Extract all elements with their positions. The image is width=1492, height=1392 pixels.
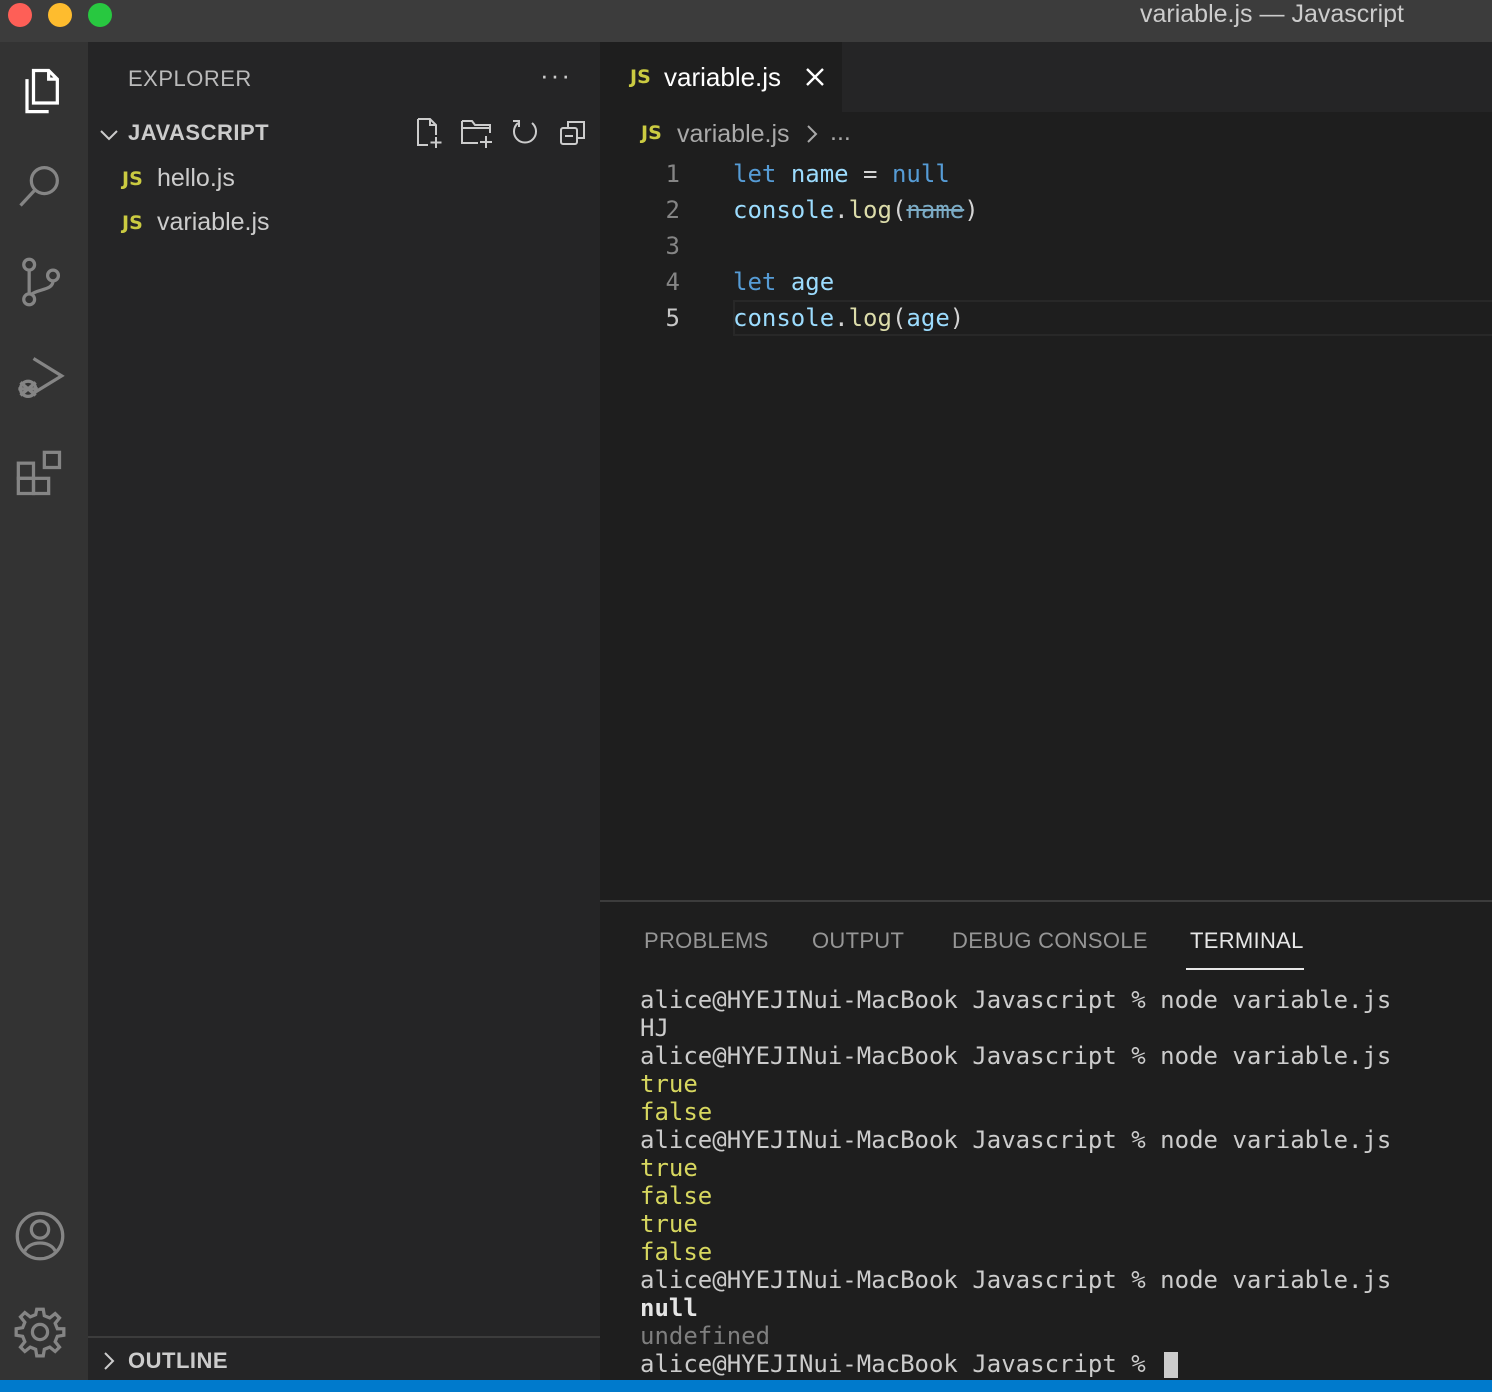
folder-actions — [412, 116, 590, 152]
tab-debug-console[interactable]: DEBUG CONSOLE — [952, 928, 1148, 954]
explorer-title: EXPLORER — [128, 66, 252, 91]
breadcrumb-file[interactable]: variable.js — [677, 120, 790, 149]
chevron-right-icon — [104, 1352, 115, 1370]
tab-problems[interactable]: PROBLEMS — [644, 928, 769, 954]
window-title: variable.js — Javascript — [1140, 0, 1404, 28]
js-file-icon: JS — [641, 122, 662, 144]
close-window-button[interactable] — [8, 3, 32, 27]
terminal-line: false — [640, 1182, 713, 1210]
gear-icon[interactable] — [12, 1304, 68, 1360]
new-folder-icon[interactable] — [460, 116, 494, 150]
code-line-current: 5 console.log(age) — [600, 300, 1492, 336]
outline-label: OUTLINE — [128, 1348, 229, 1373]
files-icon[interactable] — [12, 62, 68, 118]
tab-output[interactable]: OUTPUT — [812, 928, 904, 954]
terminal-line: alice@HYEJINui-MacBook Javascript % node… — [640, 1042, 1392, 1070]
line-number: 1 — [665, 160, 680, 188]
line-number: 5 — [665, 304, 680, 332]
line-text: let name = null — [733, 160, 950, 188]
file-hello-js[interactable]: JS hello.js — [88, 160, 600, 200]
file-variable-js[interactable]: JS variable.js — [88, 204, 600, 244]
account-icon[interactable] — [12, 1208, 68, 1264]
terminal-cursor — [1164, 1352, 1179, 1378]
close-icon[interactable] — [804, 66, 826, 88]
line-text: console.log(name) — [733, 196, 979, 224]
code-line: 2 console.log(name) — [600, 192, 1492, 228]
js-file-icon: JS — [122, 168, 143, 190]
outline-section[interactable]: OUTLINE — [88, 1336, 600, 1382]
minimize-window-button[interactable] — [48, 3, 72, 27]
status-bar — [0, 1380, 1492, 1392]
active-tab-indicator — [1186, 968, 1304, 970]
line-text: console.log(age) — [733, 304, 965, 332]
explorer-sidebar: EXPLORER ··· JAVASCRIPT JS hello.js JS v… — [88, 42, 600, 1380]
more-actions-icon[interactable]: ··· — [540, 60, 572, 91]
terminal-line: null — [640, 1294, 698, 1322]
code-line: 3 — [600, 228, 1492, 264]
extensions-icon[interactable] — [12, 446, 68, 502]
search-icon[interactable] — [12, 158, 68, 214]
terminal-line: alice@HYEJINui-MacBook Javascript % node… — [640, 986, 1392, 1014]
tab-label: variable.js — [664, 62, 782, 92]
line-number: 4 — [665, 268, 680, 296]
terminal-line: alice@HYEJINui-MacBook Javascript % node… — [640, 1266, 1392, 1294]
title-bar: variable.js — Javascript — [0, 0, 1492, 42]
run-debug-icon[interactable] — [12, 350, 68, 406]
zoom-window-button[interactable] — [88, 3, 112, 27]
collapse-all-icon[interactable] — [556, 116, 590, 150]
terminal-prompt-line: alice@HYEJINui-MacBook Javascript % — [640, 1350, 1492, 1378]
activity-bar — [0, 42, 88, 1380]
terminal-prompt: alice@HYEJINui-MacBook Javascript % — [640, 1350, 1161, 1378]
new-file-icon[interactable] — [412, 116, 446, 150]
terminal-line: undefined — [640, 1322, 771, 1350]
refresh-icon[interactable] — [508, 116, 542, 150]
folder-name: JAVASCRIPT — [128, 120, 270, 145]
source-control-icon[interactable] — [12, 254, 68, 310]
folder-javascript[interactable]: JAVASCRIPT — [88, 116, 600, 152]
file-name: variable.js — [157, 208, 270, 236]
terminal-line: false — [640, 1238, 713, 1266]
file-name: hello.js — [157, 164, 235, 192]
editor-tab-bar: JS variable.js — [600, 42, 1492, 112]
line-text: let age — [733, 268, 835, 296]
terminal-output[interactable]: alice@HYEJINui-MacBook Javascript % node… — [640, 986, 1492, 1378]
code-line: 4 let age — [600, 264, 1492, 300]
chevron-right-icon — [807, 125, 818, 143]
terminal-line: true — [640, 1154, 698, 1182]
line-number: 3 — [665, 232, 680, 260]
breadcrumb-symbols[interactable]: ... — [830, 118, 851, 147]
code-line: 1 let name = null — [600, 156, 1492, 192]
bottom-panel: PROBLEMS OUTPUT DEBUG CONSOLE TERMINAL a… — [600, 900, 1492, 1382]
tab-variable-js[interactable]: JS variable.js — [600, 42, 842, 112]
js-file-icon: JS — [122, 212, 143, 234]
terminal-line: alice@HYEJINui-MacBook Javascript % node… — [640, 1126, 1392, 1154]
js-file-icon: JS — [630, 66, 651, 88]
terminal-line: true — [640, 1070, 698, 1098]
breadcrumb: JS variable.js ... — [600, 112, 1492, 158]
line-number: 2 — [665, 196, 680, 224]
terminal-line: true — [640, 1210, 698, 1238]
chevron-down-icon — [100, 130, 118, 141]
terminal-line: false — [640, 1098, 713, 1126]
tab-terminal[interactable]: TERMINAL — [1190, 928, 1304, 954]
terminal-line: HJ — [640, 1014, 669, 1042]
